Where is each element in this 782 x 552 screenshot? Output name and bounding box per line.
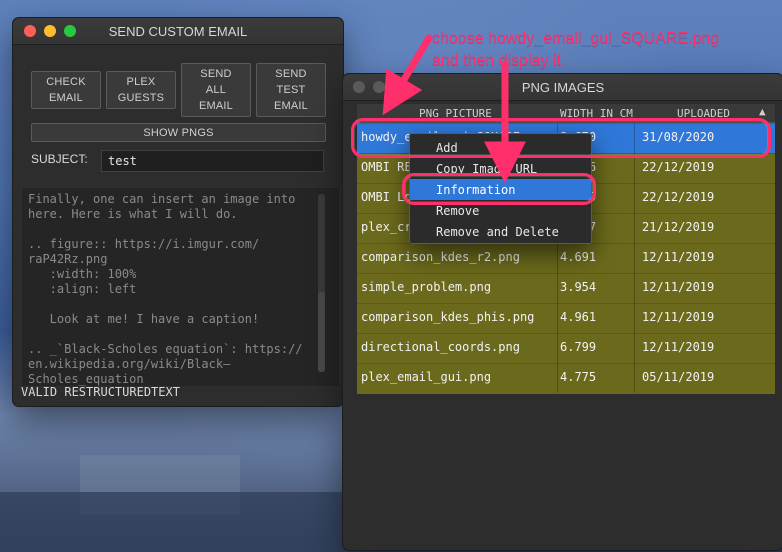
png-window-title: PNG IMAGES [521,80,605,95]
cell-uploaded: 21/12/2019 [642,220,715,234]
sort-up-icon[interactable]: ▲ [759,105,766,118]
cell-png-picture: comparison_kdes_phis.png [361,310,535,324]
table-row[interactable]: comparison_kdes_r2.png 4.691 12/11/2019 [357,243,775,274]
column-divider [557,243,558,273]
table-row[interactable]: plex_email_gui.png 4.775 05/11/2019 [357,363,775,394]
cell-png-picture: simple_problem.png [361,280,492,294]
column-divider [634,333,635,363]
plex-guests-button[interactable]: PLEX GUESTS [106,71,176,109]
column-divider [557,303,558,333]
check-email-button[interactable]: CHECK EMAIL [31,71,101,109]
annotation-ring-information [402,173,596,205]
table-row[interactable]: simple_problem.png 3.954 12/11/2019 [357,273,775,304]
cell-uploaded: 12/11/2019 [642,310,715,324]
menu-item-remove-and-delete[interactable]: Remove and Delete [410,221,591,242]
cell-png-picture: comparison_kdes_r2.png [361,250,520,264]
column-divider [634,363,635,393]
cell-width-in-cm: 3.954 [560,280,597,294]
annotation-ring-row [351,118,771,158]
send-custom-email-window: SEND CUSTOM EMAIL CHECK EMAIL PLEX GUEST… [12,17,344,407]
editor-scrollbar[interactable] [318,194,325,372]
cell-uploaded: 05/11/2019 [642,370,715,384]
cell-png-picture: directional_coords.png [361,340,520,354]
table-row[interactable]: directional_coords.png 6.799 12/11/2019 [357,333,775,364]
annotation-line-1: choose howdy_email_gui_SQUARE.png [432,30,720,47]
send-test-email-button[interactable]: SEND TEST EMAIL [256,63,326,117]
cell-uploaded: 12/11/2019 [642,340,715,354]
column-divider [634,183,635,213]
rst-status: VALID RESTRUCTUREDTEXT [21,385,180,399]
cell-width-in-cm: 4.691 [560,250,597,264]
email-window-title: SEND CUSTOM EMAIL [108,24,248,39]
show-pngs-button[interactable]: SHOW PNGS [31,123,326,142]
subject-value: test [108,154,137,168]
table-row[interactable]: comparison_kdes_phis.png 4.961 12/11/2019 [357,303,775,334]
column-divider [634,243,635,273]
email-window-titlebar: SEND CUSTOM EMAIL [13,18,343,45]
editor-scroll-thumb[interactable] [318,292,325,372]
cell-width-in-cm: 6.799 [560,340,597,354]
column-divider [557,273,558,303]
email-body-editor[interactable]: Finally, one can insert an image into he… [21,187,340,387]
cell-width-in-cm: 4.775 [560,370,597,384]
cell-uploaded: 12/11/2019 [642,250,715,264]
png-window-titlebar: PNG IMAGES [343,74,782,101]
cell-width-in-cm: 4.961 [560,310,597,324]
subject-label: SUBJECT: [31,152,88,166]
cell-uploaded: 22/12/2019 [642,160,715,174]
annotation-line-2: and then display it [432,52,561,69]
cell-png-picture: plex_email_gui.png [361,370,492,384]
send-all-email-button[interactable]: SEND ALL EMAIL [181,63,251,117]
cell-uploaded: 22/12/2019 [642,190,715,204]
cell-uploaded: 12/11/2019 [642,280,715,294]
subject-input[interactable]: test [101,150,324,172]
column-divider [634,303,635,333]
column-divider [557,363,558,393]
column-divider [557,333,558,363]
column-divider [634,213,635,243]
column-divider [634,273,635,303]
